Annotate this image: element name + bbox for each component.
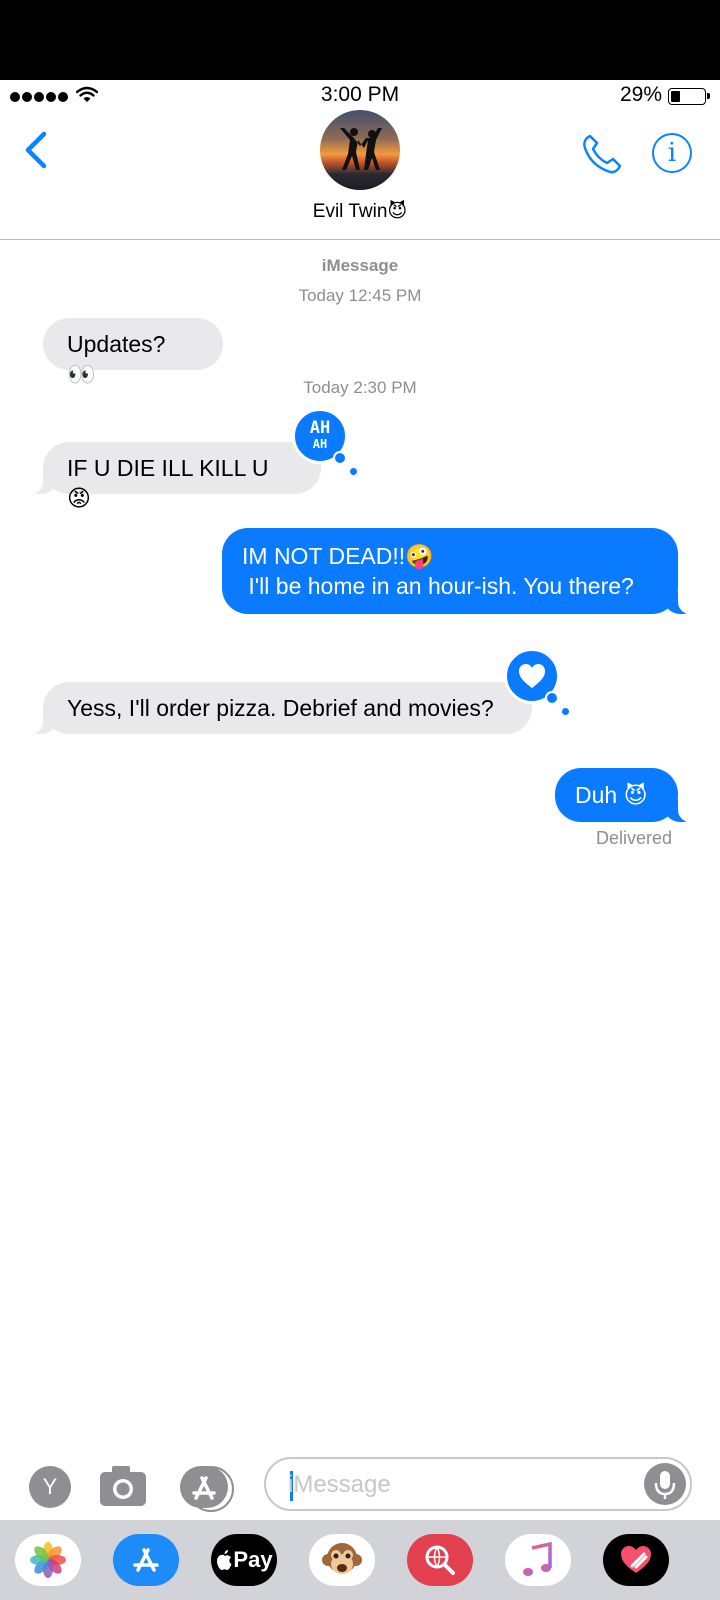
app-tray: Pay <box>0 1520 720 1600</box>
photos-app-icon[interactable] <box>15 1534 81 1586</box>
message-bubble-outgoing[interactable]: IM NOT DEAD!!🤪 I'll be home in an hour-i… <box>222 528 696 614</box>
message-input-field[interactable] <box>264 1457 692 1511</box>
contact-name[interactable]: Evil Twin😈 <box>0 200 720 223</box>
message-bubble-incoming[interactable]: Yess, I'll order pizza. Debrief and movi… <box>25 682 532 734</box>
status-bar: 3:00 PM 29% <box>0 80 720 110</box>
message-composer: Y <box>0 1452 720 1516</box>
phone-icon[interactable] <box>580 132 624 176</box>
conversation-header: Evil Twin😈 i <box>0 110 720 240</box>
message-bubble-incoming[interactable]: Updates? 👀 <box>43 318 223 387</box>
battery-icon <box>668 88 710 105</box>
haha-tapback-icon[interactable]: AH AH <box>292 408 358 476</box>
haha-tapback-text: AH <box>312 437 328 451</box>
apple-pay-label: Pay <box>233 1547 273 1572</box>
message-text: Yess, I'll order pizza. Debrief and movi… <box>67 695 494 721</box>
battery-percent: 29% <box>620 83 663 106</box>
apple-logo-icon <box>217 1550 232 1570</box>
heart-tapback-icon[interactable] <box>504 648 570 716</box>
message-text: IM NOT DEAD!!🤪 <box>242 543 434 569</box>
timestamp: Today 12:45 PM <box>298 286 422 305</box>
haha-tapback-text: AH <box>309 418 331 438</box>
memoji-avatar-button[interactable]: Y <box>29 1466 71 1508</box>
contact-avatar[interactable] <box>320 110 400 190</box>
message-text: Duh 😈 <box>575 782 648 808</box>
camera-icon[interactable] <box>98 1464 148 1508</box>
delivered-status: Delivered <box>595 828 672 848</box>
microphone-icon[interactable] <box>644 1463 686 1505</box>
service-label: iMessage <box>321 256 399 275</box>
web-search-app-icon[interactable] <box>407 1534 473 1586</box>
message-input[interactable] <box>288 1467 618 1503</box>
music-app-icon[interactable] <box>505 1534 571 1586</box>
message-bubble-outgoing[interactable]: Duh 😈 <box>555 768 696 822</box>
message-bubble-incoming[interactable]: IF U DIE ILL KILL U 😡 <box>25 442 321 511</box>
silhouette-photo <box>340 128 382 170</box>
apple-pay-app-icon[interactable]: Pay <box>211 1534 277 1586</box>
app-store-app-icon[interactable] <box>113 1534 179 1586</box>
digital-touch-app-icon[interactable] <box>603 1534 669 1586</box>
status-time: 3:00 PM <box>320 83 400 106</box>
animoji-app-icon[interactable] <box>309 1534 375 1586</box>
top-black-bar <box>0 0 720 80</box>
back-chevron-icon[interactable] <box>22 130 52 170</box>
timestamp: Today 2:30 PM <box>303 378 417 397</box>
info-icon[interactable]: i <box>652 133 692 173</box>
message-text: IF U DIE ILL KILL U 😡 <box>67 455 269 511</box>
app-store-icon[interactable] <box>180 1466 234 1512</box>
message-text: I'll be home in an hour-ish. You there? <box>242 573 634 599</box>
